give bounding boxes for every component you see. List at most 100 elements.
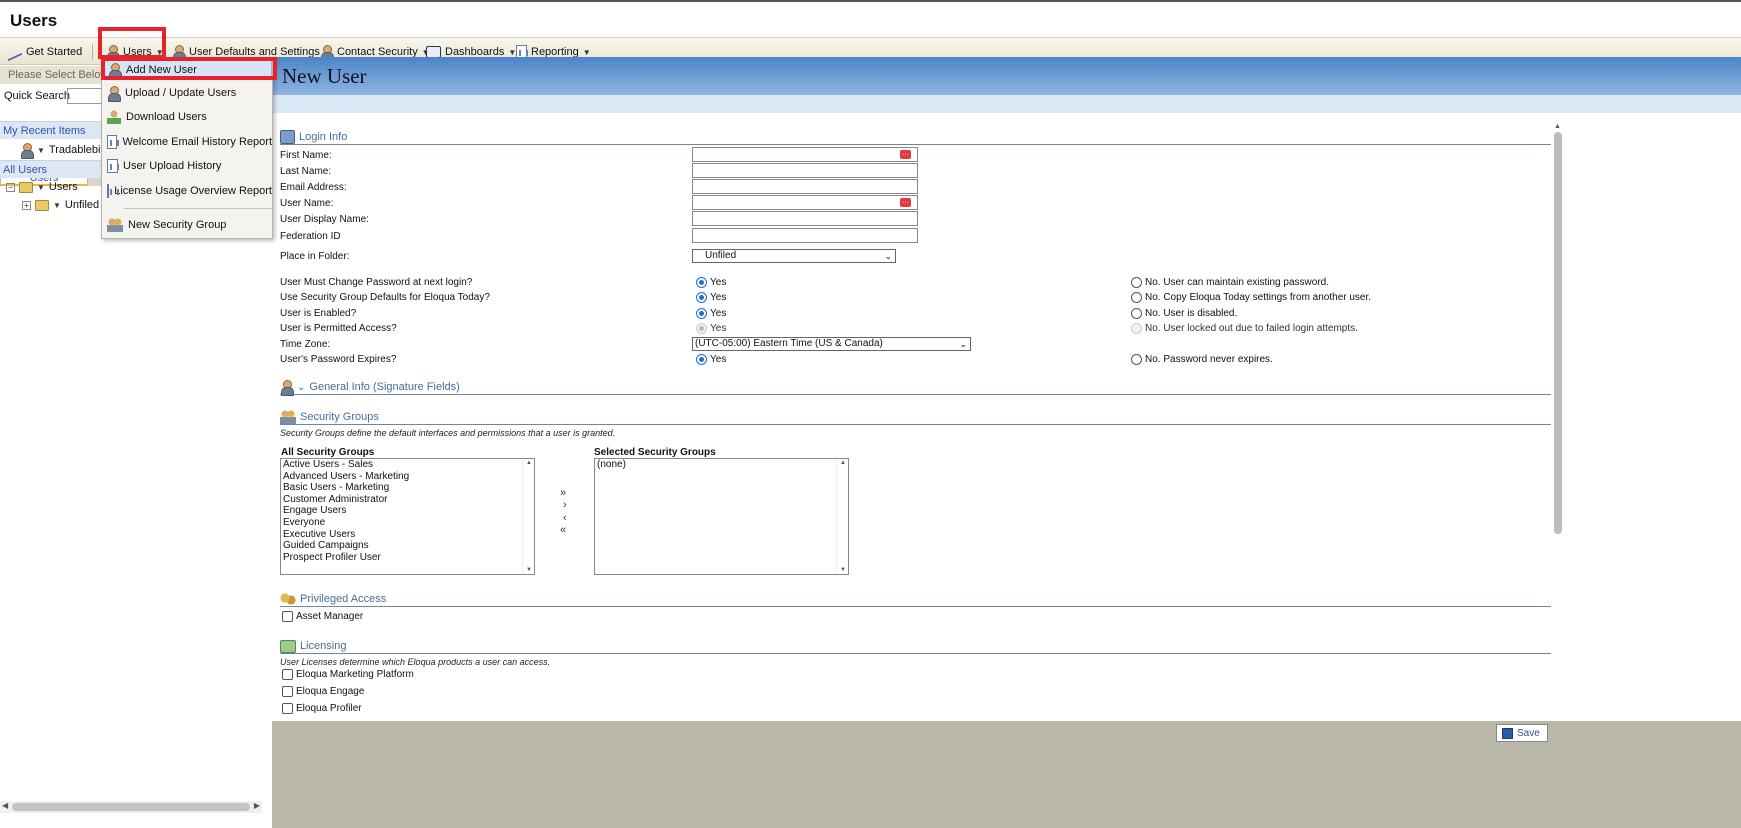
list-item[interactable]: Prospect Profiler User xyxy=(281,552,534,564)
time-zone-select[interactable]: (UTC-05:00) Eastern Time (US & Canada) ⌄ xyxy=(692,337,971,351)
scroll-up-icon[interactable]: ▲ xyxy=(1554,123,1561,130)
section-licensing: Licensing xyxy=(280,636,1551,654)
radio[interactable] xyxy=(1131,277,1142,288)
report-icon xyxy=(107,135,120,149)
expand-icon[interactable]: + xyxy=(22,200,31,210)
pw-expires-yes[interactable]: Yes xyxy=(696,354,726,365)
time-zone-label: Time Zone: xyxy=(280,339,331,350)
scroll-up-icon[interactable]: ▲ xyxy=(840,460,846,466)
first-name-input[interactable]: ··· xyxy=(692,147,918,162)
checkbox[interactable] xyxy=(282,686,293,697)
list-scrollbar[interactable]: ▲ ▼ xyxy=(836,459,848,574)
scroll-right-icon[interactable]: ▶ xyxy=(254,801,260,810)
footer-bar: Save xyxy=(272,721,1741,828)
chevron-down-icon: ▼ xyxy=(37,182,45,192)
menu-item-download-users[interactable]: Download Users xyxy=(102,107,272,127)
user-icon xyxy=(280,380,294,396)
radio[interactable] xyxy=(1131,308,1142,319)
list-item[interactable]: Guided Campaigns xyxy=(281,540,534,552)
use-sg-defaults-yes[interactable]: Yes xyxy=(696,292,726,303)
top-border xyxy=(0,0,1741,2)
scroll-left-icon[interactable]: ◀ xyxy=(2,801,8,810)
list-scrollbar[interactable]: ▲ ▼ xyxy=(522,459,534,574)
checkbox[interactable] xyxy=(282,611,293,622)
quick-search-label: Quick Search xyxy=(4,90,71,102)
tree-node-users[interactable]: − ▼ Users xyxy=(6,181,78,193)
report-icon xyxy=(107,184,121,198)
license-checkbox-engage[interactable]: Eloqua Engage xyxy=(282,686,364,697)
list-item[interactable]: Everyone xyxy=(281,517,534,529)
last-name-input[interactable] xyxy=(692,163,918,178)
scroll-up-icon[interactable]: ▲ xyxy=(526,460,532,466)
menu-item-welcome-email-report[interactable]: Welcome Email History Report xyxy=(102,132,272,152)
radio-selected[interactable] xyxy=(696,354,707,365)
radio-selected[interactable] xyxy=(696,277,707,288)
radio-selected[interactable] xyxy=(696,292,707,303)
checkbox[interactable] xyxy=(282,669,293,680)
list-item[interactable]: Executive Users xyxy=(281,529,534,541)
required-icon: ··· xyxy=(900,150,911,159)
tree-node-unfiled[interactable]: + ▼ Unfiled xyxy=(22,199,99,211)
display-name-input[interactable] xyxy=(692,211,918,226)
security-group-icon xyxy=(280,410,296,424)
radio[interactable] xyxy=(1131,354,1142,365)
get-started-button[interactable]: Get Started xyxy=(8,42,82,62)
remove-all-button[interactable]: « xyxy=(560,524,566,536)
all-security-groups-list[interactable]: Active Users - Sales Advanced Users - Mar… xyxy=(280,458,535,575)
pw-expires-label: User's Password Expires? xyxy=(280,354,397,365)
sub-banner xyxy=(272,95,1741,113)
scroll-down-icon[interactable]: ▼ xyxy=(840,567,846,573)
chevron-down-icon: ⌄ xyxy=(884,251,892,261)
scrollbar-thumb[interactable] xyxy=(1554,132,1562,534)
list-item[interactable]: Customer Administrator xyxy=(281,494,534,506)
menu-item-new-security-group[interactable]: New Security Group xyxy=(102,215,272,235)
must-change-pw-no[interactable]: No. User can maintain existing password. xyxy=(1131,277,1329,288)
menu-item-license-usage-report[interactable]: License Usage Overview Report xyxy=(102,181,272,201)
section-general-info[interactable]: ⌄ General Info (Signature Fields) xyxy=(280,377,1551,396)
is-enabled-yes[interactable]: Yes xyxy=(696,308,726,319)
list-item[interactable]: Advanced Users - Marketing xyxy=(281,471,534,483)
title-banner: New User xyxy=(272,57,1741,95)
email-input[interactable] xyxy=(692,179,918,194)
menu-item-user-upload-history[interactable]: User Upload History xyxy=(102,156,272,176)
security-groups-description: Security Groups define the default inter… xyxy=(280,428,616,438)
is-enabled-no[interactable]: No. User is disabled. xyxy=(1131,308,1237,319)
pw-expires-no[interactable]: No. Password never expires. xyxy=(1131,354,1273,365)
must-change-pw-yes[interactable]: Yes xyxy=(696,277,726,288)
add-button[interactable]: › xyxy=(563,499,567,511)
is-permitted-label: User is Permitted Access? xyxy=(280,323,397,334)
license-checkbox-marketing-platform[interactable]: Eloqua Marketing Platform xyxy=(282,669,414,680)
list-item[interactable]: Basic Users - Marketing xyxy=(281,482,534,494)
radio[interactable] xyxy=(1131,292,1142,303)
highlight-add-new-user xyxy=(101,57,277,80)
federation-id-input[interactable] xyxy=(692,228,918,243)
scrollbar-thumb[interactable] xyxy=(12,803,250,811)
vertical-scrollbar[interactable]: ▲ ▼ xyxy=(1552,123,1564,779)
folder-select[interactable]: Unfiled ⌄ xyxy=(692,249,896,263)
recent-item[interactable]: ▼ Tradablebits xyxy=(20,143,109,159)
menu-item-upload-update-users[interactable]: Upload / Update Users xyxy=(102,83,272,103)
display-name-label: User Display Name: xyxy=(280,214,369,225)
asset-manager-checkbox[interactable]: Asset Manager xyxy=(282,611,363,622)
license-checkbox-profiler[interactable]: Eloqua Profiler xyxy=(282,703,362,714)
user-icon xyxy=(107,86,121,102)
add-all-button[interactable]: » xyxy=(560,487,566,499)
menu-divider xyxy=(124,208,272,209)
chevron-down-icon: ⌄ xyxy=(959,339,967,349)
checkbox[interactable] xyxy=(282,703,293,714)
use-sg-defaults-no[interactable]: No. Copy Eloqua Today settings from anot… xyxy=(1131,292,1371,303)
collapse-icon[interactable]: − xyxy=(6,182,15,192)
radio-selected[interactable] xyxy=(696,308,707,319)
remove-button[interactable]: ‹ xyxy=(563,512,567,524)
list-item[interactable]: Active Users - Sales xyxy=(281,459,534,471)
user-name-input[interactable]: ··· xyxy=(692,195,918,210)
list-item[interactable]: (none) xyxy=(595,459,848,471)
save-button[interactable]: Save xyxy=(1496,724,1548,742)
user-name-label: User Name: xyxy=(280,198,334,209)
selected-security-groups-list[interactable]: (none) ▲ ▼ xyxy=(594,458,849,575)
horizontal-scrollbar[interactable]: ◀ ▶ xyxy=(0,801,262,813)
scroll-down-icon[interactable]: ▼ xyxy=(526,567,532,573)
page-title: Users xyxy=(10,11,58,30)
list-item[interactable]: Engage Users xyxy=(281,505,534,517)
folder-icon xyxy=(19,181,33,193)
